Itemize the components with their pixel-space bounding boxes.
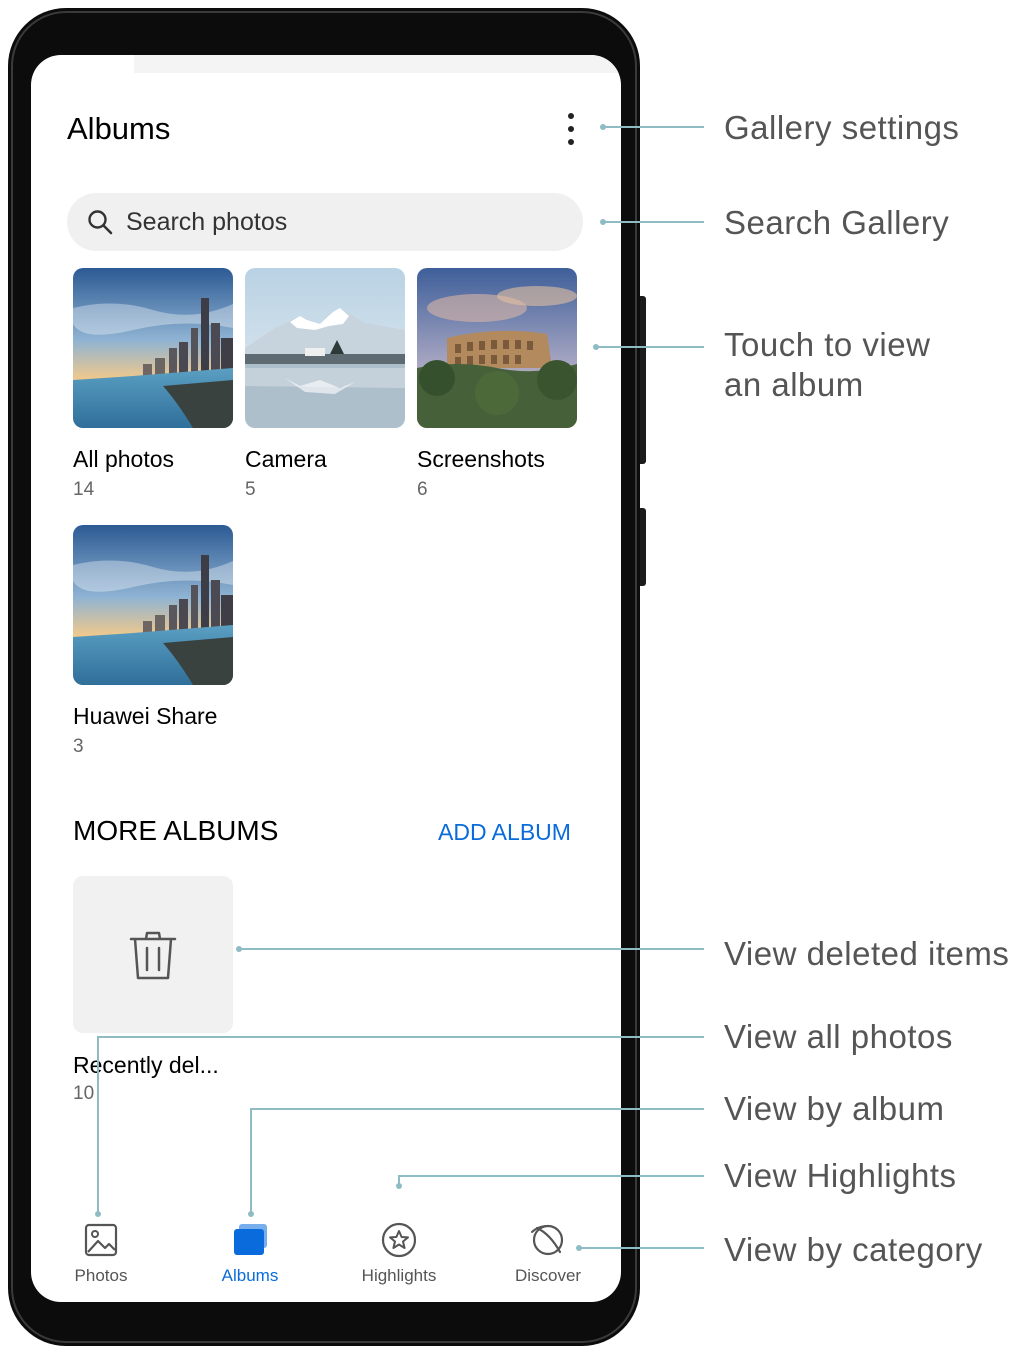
more-vertical-icon-dot <box>568 126 574 132</box>
more-vertical-icon <box>568 113 574 119</box>
album-thumbnail-city <box>73 268 233 428</box>
phone-screen: Albums Search photos All photos 14 Camer… <box>31 55 621 1302</box>
album-name: Camera <box>245 446 327 472</box>
tab-label: Photos <box>74 1266 128 1285</box>
album-name: All photos <box>73 446 175 472</box>
album-count: 6 <box>417 479 428 500</box>
album-thumbnail-colosseum <box>417 268 577 428</box>
album-screenshots[interactable]: Screenshots 6 <box>417 268 577 501</box>
callout-gallery-settings: Gallery settings <box>724 109 960 146</box>
search-input[interactable]: Search photos <box>67 193 583 251</box>
star-badge-icon <box>381 1222 417 1258</box>
callout-touch-album-line2: an album <box>724 366 864 403</box>
image-icon <box>84 1223 118 1257</box>
callout-view-all-photos: View all photos <box>724 1018 953 1055</box>
power-button <box>640 508 646 586</box>
add-album-button[interactable]: ADD ALBUM <box>438 819 571 846</box>
album-count: 10 <box>73 1083 95 1104</box>
tab-label: Discover <box>514 1266 582 1285</box>
callout-view-deleted: View deleted items <box>724 935 1010 972</box>
album-thumbnail-city <box>73 525 233 685</box>
callout-view-highlights: View Highlights <box>724 1157 957 1194</box>
callout-view-by-album: View by album <box>724 1090 945 1127</box>
album-huawei-share[interactable]: Huawei Share 3 <box>73 525 233 758</box>
album-count: 5 <box>245 479 256 500</box>
albums-icon <box>234 1224 267 1255</box>
tab-albums[interactable]: Albums <box>190 1220 310 1286</box>
tab-label: Highlights <box>361 1266 437 1285</box>
more-albums-heading: MORE ALBUMS <box>73 815 279 846</box>
search-placeholder: Search photos <box>126 208 288 236</box>
tab-discover[interactable]: Discover <box>488 1220 608 1286</box>
page-title: Albums <box>67 111 171 146</box>
callout-search-gallery: Search Gallery <box>724 204 950 241</box>
album-all-photos[interactable]: All photos 14 <box>73 268 233 501</box>
planet-icon <box>531 1224 564 1256</box>
volume-button <box>640 296 646 464</box>
tab-label: Albums <box>221 1266 279 1285</box>
trash-icon <box>129 931 177 980</box>
album-name: Screenshots <box>417 446 545 472</box>
album-count: 3 <box>73 736 84 757</box>
tab-photos[interactable]: Photos <box>41 1220 161 1286</box>
album-thumbnail-mountain <box>245 268 405 428</box>
callout-view-by-category: View by category <box>724 1231 983 1268</box>
recently-deleted-album[interactable] <box>73 876 233 1033</box>
tab-highlights[interactable]: Highlights <box>339 1220 459 1286</box>
album-name: Huawei Share <box>73 703 218 729</box>
album-name: Recently del... <box>73 1052 219 1078</box>
gallery-settings-button[interactable] <box>559 111 583 147</box>
album-count: 14 <box>73 479 95 500</box>
album-camera[interactable]: Camera 5 <box>245 268 405 501</box>
more-vertical-icon-dot <box>568 139 574 145</box>
callout-touch-album-line1: Touch to view <box>724 326 931 363</box>
search-icon <box>88 210 113 235</box>
status-bar <box>134 55 621 73</box>
